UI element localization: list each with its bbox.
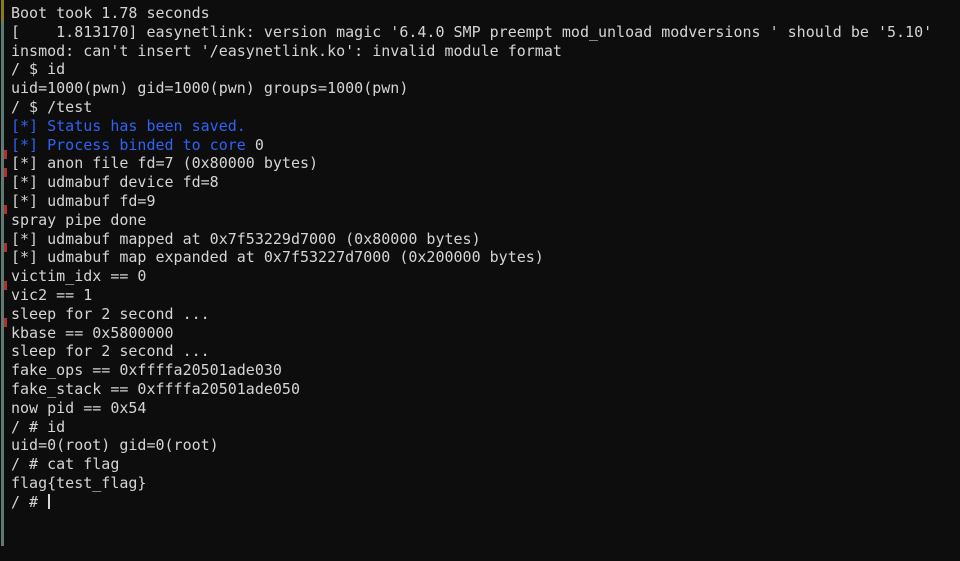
terminal-line-text: [*] Process binded to core	[11, 135, 255, 154]
text-cursor	[48, 493, 51, 509]
terminal-line: [*] anon file fd=7 (0x80000 bytes)	[11, 154, 960, 173]
terminal-line-text: insmod: can't insert '/easynetlink.ko': …	[11, 41, 562, 60]
terminal-line-text: flag{test_flag}	[11, 473, 147, 492]
terminal-line: [ 1.813170] easynetlink: version magic '…	[11, 23, 960, 42]
terminal-line-text: [*] Status has been saved.	[11, 116, 246, 135]
terminal-line-text: / # cat flag	[11, 455, 120, 474]
scrollbar-mark	[4, 150, 7, 159]
terminal-line: uid=1000(pwn) gid=1000(pwn) groups=1000(…	[11, 79, 960, 98]
terminal-line-text: [*] udmabuf mapped at 0x7f53229d7000 (0x…	[11, 229, 481, 248]
scrollbar-mark	[4, 281, 7, 290]
terminal-line-text: / #	[11, 492, 48, 511]
scrollbar-mark	[4, 318, 7, 327]
terminal-line: / $ id	[11, 60, 960, 79]
terminal-line-text-accent: 0	[254, 135, 264, 154]
terminal-line: sleep for 2 second ...	[11, 342, 960, 361]
terminal-line: spray pipe done	[11, 211, 960, 230]
terminal-line-text: Boot took 1.78 seconds	[11, 4, 210, 22]
terminal-line: insmod: can't insert '/easynetlink.ko': …	[11, 42, 960, 61]
terminal-line: / # id	[11, 418, 960, 437]
terminal-line: / #	[11, 493, 960, 512]
terminal-line-text: sleep for 2 second ...	[11, 342, 210, 361]
terminal-line: / $ /test	[11, 98, 960, 117]
scrollbar-mark	[4, 243, 7, 252]
terminal-line-text: / $ id	[11, 60, 66, 79]
scrollbar-mark	[4, 205, 7, 214]
terminal-line-text: [*] udmabuf map expanded at 0x7f53227d70…	[11, 248, 544, 267]
terminal-line-text: / # id	[11, 417, 66, 436]
terminal-line: flag{test_flag}	[11, 474, 960, 493]
terminal-line: now pid == 0x54	[11, 399, 960, 418]
terminal-line: victim_idx == 0	[11, 267, 960, 286]
terminal-line-text: fake_stack == 0xffffa20501ade050	[11, 379, 300, 398]
terminal-line: [*] udmabuf device fd=8	[11, 173, 960, 192]
terminal-line-text: spray pipe done	[11, 210, 147, 229]
terminal-line: / # cat flag	[11, 455, 960, 474]
terminal-line: [*] udmabuf fd=9	[11, 192, 960, 211]
terminal-line: vic2 == 1	[11, 286, 960, 305]
terminal-line-text: fake_ops == 0xffffa20501ade030	[11, 361, 282, 380]
terminal-line-text: now pid == 0x54	[11, 398, 147, 417]
scrollbar-mark	[4, 168, 7, 177]
terminal-line: sleep for 2 second ...	[11, 305, 960, 324]
terminal-line: uid=0(root) gid=0(root)	[11, 436, 960, 455]
terminal-line-text: uid=0(root) gid=0(root)	[11, 436, 219, 455]
terminal-line-text: [ 1.813170] easynetlink: version magic '…	[11, 22, 933, 41]
terminal-line: fake_stack == 0xffffa20501ade050	[11, 380, 960, 399]
terminal-scrollbar-gutter[interactable]	[0, 0, 8, 546]
terminal-line-text: kbase == 0x5800000	[11, 323, 174, 342]
scrollbar-thumb[interactable]	[1, 0, 4, 22]
terminal-line-text: sleep for 2 second ...	[11, 304, 210, 323]
terminal-line-text: [*] anon file fd=7 (0x80000 bytes)	[11, 154, 319, 173]
terminal-line-text: uid=1000(pwn) gid=1000(pwn) groups=1000(…	[11, 79, 409, 98]
terminal-line-text: vic2 == 1	[11, 285, 93, 304]
terminal-window[interactable]: Boot took 1.78 seconds[ 1.813170] easyne…	[0, 0, 960, 561]
terminal-line-text: / $ /test	[11, 97, 93, 116]
terminal-line: [*] Process binded to core 0	[11, 136, 960, 155]
terminal-output-area[interactable]: Boot took 1.78 seconds[ 1.813170] easyne…	[8, 0, 960, 561]
terminal-line-text: [*] udmabuf fd=9	[11, 191, 156, 210]
terminal-line: fake_ops == 0xffffa20501ade030	[11, 361, 960, 380]
terminal-line: [*] udmabuf map expanded at 0x7f53227d70…	[11, 248, 960, 267]
scrollbar-track[interactable]	[1, 0, 4, 546]
terminal-line-text: victim_idx == 0	[11, 267, 147, 286]
terminal-line: Boot took 1.78 seconds	[11, 4, 960, 23]
terminal-line: [*] udmabuf mapped at 0x7f53229d7000 (0x…	[11, 230, 960, 249]
terminal-line: [*] Status has been saved.	[11, 117, 960, 136]
terminal-line-text: [*] udmabuf device fd=8	[11, 173, 219, 192]
terminal-line: kbase == 0x5800000	[11, 324, 960, 343]
